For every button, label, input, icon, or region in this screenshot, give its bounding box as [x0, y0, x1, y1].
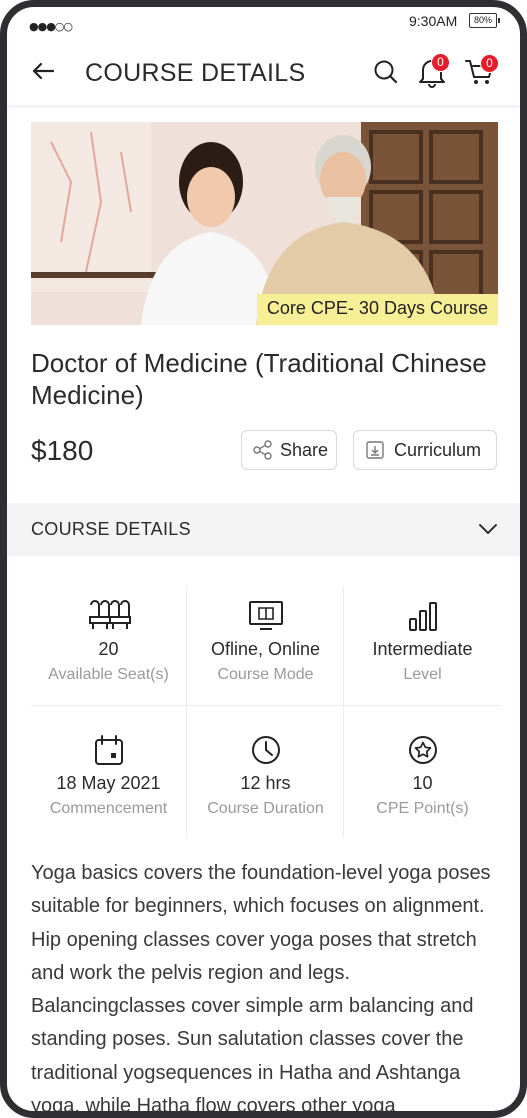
detail-label: Available Seat(s) — [48, 666, 169, 683]
app-header: COURSE DETAILS 0 0 — [7, 43, 520, 105]
curriculum-label: Curriculum — [394, 439, 482, 460]
detail-value: 18 May 2021 — [56, 773, 161, 793]
back-arrow-icon[interactable] — [29, 57, 57, 85]
share-icon — [253, 440, 272, 460]
star-icon — [408, 736, 437, 764]
detail-value: 20 — [98, 639, 119, 659]
detail-label: Course Duration — [207, 800, 324, 817]
course-details-accordion[interactable]: COURSE DETAILS — [7, 503, 520, 556]
detail-label: CPE Point(s) — [376, 800, 469, 817]
clock-icon — [251, 736, 280, 764]
course-type-tag: Core CPE- 30 Days Course — [256, 294, 498, 325]
share-label: Share — [280, 439, 329, 460]
bar-chart-icon — [408, 602, 437, 631]
detail-label: Commencement — [49, 800, 168, 817]
detail-commencement: 18 May 2021 Commencement — [31, 725, 186, 840]
search-icon[interactable] — [369, 55, 403, 89]
detail-course-mode: Ofline, Online Course Mode — [188, 591, 343, 706]
cart-badge: 0 — [480, 54, 499, 73]
page-title: COURSE DETAILS — [85, 59, 306, 87]
status-bar: ●●●○○ 9:30AM 80% — [7, 7, 520, 43]
course-price: $180 — [31, 435, 94, 466]
detail-value: Intermediate — [372, 639, 473, 659]
course-description: Yoga basics covers the foundation-level … — [31, 862, 491, 1118]
grid-divider — [343, 587, 344, 837]
download-icon — [366, 441, 384, 459]
detail-value: 12 hrs — [240, 773, 291, 793]
cart-button[interactable]: 0 — [463, 53, 503, 93]
seats-icon — [88, 600, 131, 629]
course-hero-image: Core CPE- 30 Days Course — [31, 122, 498, 325]
calendar-icon — [94, 735, 123, 765]
grid-divider — [186, 587, 187, 837]
share-button[interactable]: Share — [241, 430, 337, 470]
detail-label: Level — [403, 666, 442, 683]
notification-badge: 0 — [431, 53, 450, 72]
phone-frame: ●●●○○ 9:30AM 80% COURSE DETAILS 0 0 Core… — [0, 0, 527, 1118]
detail-value: 10 — [412, 773, 433, 793]
detail-level: Intermediate Level — [345, 591, 500, 706]
monitor-book-icon — [248, 601, 283, 630]
course-details-grid: 20 Available Seat(s) Ofline, Online Cour… — [31, 587, 501, 837]
curriculum-button[interactable]: Curriculum — [353, 430, 497, 470]
signal-icon: ●●●○○ — [29, 20, 73, 33]
course-title: Doctor of Medicine (Traditional Chinese … — [31, 348, 487, 410]
detail-value: Ofline, Online — [210, 639, 321, 659]
detail-label: Course Mode — [217, 666, 314, 683]
status-time: 9:30AM — [409, 13, 458, 29]
detail-cpe-points: 10 CPE Point(s) — [345, 725, 500, 840]
notifications-button[interactable]: 0 — [415, 53, 455, 93]
battery-icon: 80% — [469, 13, 500, 28]
detail-duration: 12 hrs Course Duration — [188, 725, 343, 840]
section-title: COURSE DETAILS — [31, 519, 191, 539]
chevron-down-icon — [479, 524, 497, 534]
detail-seats: 20 Available Seat(s) — [31, 591, 186, 706]
